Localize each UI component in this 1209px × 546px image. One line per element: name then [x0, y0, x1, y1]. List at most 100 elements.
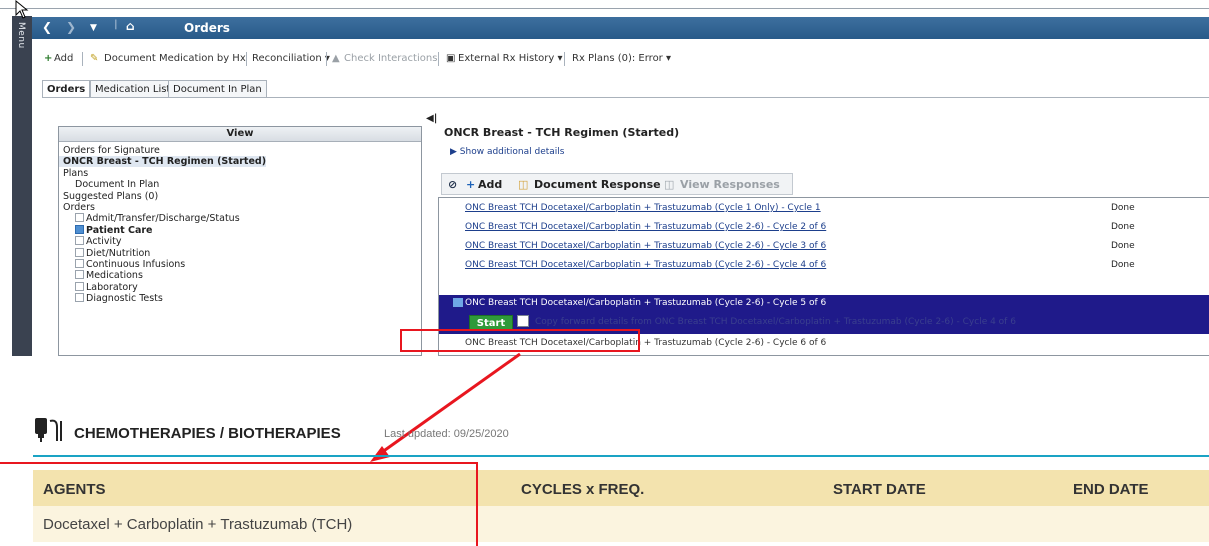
phase-link[interactable]: ONC Breast TCH Docetaxel/Carboplatin + T… — [465, 203, 821, 213]
phase-link[interactable]: ONC Breast TCH Docetaxel/Carboplatin + T… — [465, 260, 826, 270]
highlight-box-phase — [400, 329, 640, 352]
copy-forward-checkbox[interactable] — [517, 315, 529, 327]
checkbox-icon[interactable] — [75, 293, 84, 303]
rx-plans-button[interactable]: Rx Plans (0): Error ▾ — [572, 53, 671, 64]
checkbox-icon[interactable] — [75, 236, 84, 246]
plan-title: ONCR Breast - TCH Regimen (Started) — [444, 126, 680, 139]
tree-item-label: Plans — [63, 167, 89, 179]
phase-label: ONC Breast TCH Docetaxel/Carboplatin + T… — [465, 298, 827, 308]
phase-link[interactable]: ONC Breast TCH Docetaxel/Carboplatin + T… — [465, 222, 826, 232]
phase-status: Done — [1111, 203, 1135, 213]
tree-item[interactable]: Continuous Infusions — [59, 259, 185, 270]
add-icon[interactable]: + — [44, 53, 52, 64]
title-bar: ❮ ❯ ▼ | ⌂ Orders — [32, 17, 1209, 39]
toolbar-separator — [246, 52, 247, 66]
tree-item[interactable]: Medications — [59, 270, 143, 281]
checkbox-icon[interactable] — [75, 259, 84, 268]
phase-icon — [453, 298, 463, 307]
tree-header: View — [59, 127, 421, 142]
mouse-cursor-icon — [15, 0, 29, 19]
check-interactions-button[interactable]: Check Interactions — [344, 53, 437, 64]
history-dropdown-icon[interactable]: ▼ — [90, 23, 97, 33]
toolbar-separator — [438, 52, 439, 66]
window-border — [0, 8, 1209, 9]
tree-item-label: Diagnostic Tests — [86, 293, 163, 305]
disable-icon[interactable]: ⊘ — [448, 178, 457, 191]
document-medication-button[interactable]: Document Medication by Hx — [104, 53, 246, 64]
orders-window: Menu ❮ ❯ ▼ | ⌂ Orders + Add ✎ Document M… — [0, 0, 1209, 356]
home-icon[interactable]: ⌂ — [126, 19, 135, 33]
phase-status: Done — [1111, 241, 1135, 251]
document-response-icon: ◫ — [518, 178, 529, 191]
external-rx-icon: ▣ — [446, 53, 456, 64]
external-rx-history-button[interactable]: External Rx History ▾ — [458, 53, 563, 64]
phase-link[interactable]: ONC Breast TCH Docetaxel/Carboplatin + T… — [465, 241, 826, 251]
tree-item[interactable]: Plans — [59, 168, 88, 179]
tree-item-label: Orders for Signature — [63, 145, 160, 156]
tree-item-label: Continuous Infusions — [86, 259, 186, 270]
tab-divider — [42, 97, 1209, 98]
tree-item-label: ONCR Breast - TCH Regimen (Started) — [63, 156, 267, 168]
plan-add-icon: + — [466, 178, 476, 191]
checkbox-icon[interactable] — [75, 247, 84, 257]
start-button[interactable]: Start — [469, 315, 513, 330]
phase-status: Done — [1111, 260, 1135, 270]
window-title: Orders — [184, 21, 230, 35]
section-divider — [33, 455, 1209, 457]
tree-item[interactable]: Patient Care — [59, 224, 153, 236]
tab-document-in-plan[interactable]: Document In Plan — [168, 80, 267, 98]
checkbox-checked-icon[interactable] — [75, 224, 84, 234]
tree-item[interactable]: Document In Plan — [59, 179, 159, 190]
toolbar-separator — [82, 52, 83, 66]
separator-icon: | — [114, 19, 118, 30]
document-response-button[interactable]: Document Response — [534, 178, 661, 191]
menu-rail[interactable]: Menu — [12, 16, 32, 356]
tree-item[interactable]: Admit/Transfer/Discharge/Status — [59, 213, 240, 224]
tree-item[interactable]: Diagnostic Tests — [59, 293, 163, 304]
tree-item[interactable]: Activity — [59, 236, 122, 247]
checkbox-icon[interactable] — [75, 270, 84, 280]
copy-forward-label: Copy forward details from ONC Breast TCH… — [535, 317, 1016, 327]
phase-status: Done — [1111, 222, 1135, 232]
toolbar-separator — [326, 52, 327, 66]
menu-label: Menu — [16, 22, 26, 49]
show-details-link[interactable]: ▶ Show additional details — [450, 147, 564, 157]
tree-item-label: Activity — [86, 236, 122, 248]
view-responses-button[interactable]: View Responses — [680, 178, 780, 191]
add-button[interactable]: Add — [54, 53, 73, 64]
highlight-box-agents — [0, 462, 478, 546]
tree-item[interactable]: Diet/Nutrition — [59, 247, 151, 259]
navigator-tree: View Orders for Signature ONCR Breast - T… — [58, 126, 422, 356]
tree-item[interactable]: Laboratory — [59, 281, 138, 293]
checkbox-icon[interactable] — [75, 213, 84, 223]
interactions-icon: ▲ — [332, 53, 340, 64]
collapse-panel-icon[interactable]: ◀| — [426, 113, 437, 124]
tree-item-label: Patient Care — [86, 224, 153, 236]
tree-item-label: Admit/Transfer/Discharge/Status — [86, 213, 240, 225]
tree-item-label: Medications — [86, 270, 143, 282]
column-header-cycles: CYCLES x FREQ. — [521, 481, 645, 498]
column-header-end-date: END DATE — [1073, 481, 1149, 498]
plan-toolbar: ⊘ + Add ◫ Document Response ◫ View Respo… — [441, 173, 793, 195]
tab-medication-list[interactable]: Medication List — [90, 80, 176, 98]
show-details-label: Show additional details — [459, 147, 565, 157]
tree-item[interactable]: ONCR Breast - TCH Regimen (Started) — [59, 156, 267, 168]
back-icon[interactable]: ❮ — [42, 20, 52, 34]
forward-icon[interactable]: ❯ — [66, 20, 76, 34]
tree-item-label: Suggested Plans (0) — [63, 190, 159, 202]
checkbox-icon[interactable] — [75, 281, 84, 291]
tree-item-label: Diet/Nutrition — [86, 247, 151, 259]
tree-item[interactable]: Orders — [59, 202, 95, 213]
view-responses-icon: ◫ — [664, 178, 675, 191]
tree-item-label: Document In Plan — [75, 179, 160, 191]
reconciliation-button[interactable]: Reconciliation ▾ — [252, 53, 330, 64]
toolbar-separator — [564, 52, 565, 66]
expand-icon: ▶ — [450, 147, 457, 157]
column-header-start-date: START DATE — [833, 481, 926, 498]
tree-item[interactable]: Orders for Signature — [59, 145, 160, 156]
tab-orders[interactable]: Orders — [42, 80, 91, 98]
plan-add-button[interactable]: Add — [478, 178, 502, 191]
tree-item-label: Orders — [63, 202, 95, 213]
last-updated: Last updated: 09/25/2020 — [384, 428, 509, 440]
tree-item[interactable]: Suggested Plans (0) — [59, 191, 158, 202]
